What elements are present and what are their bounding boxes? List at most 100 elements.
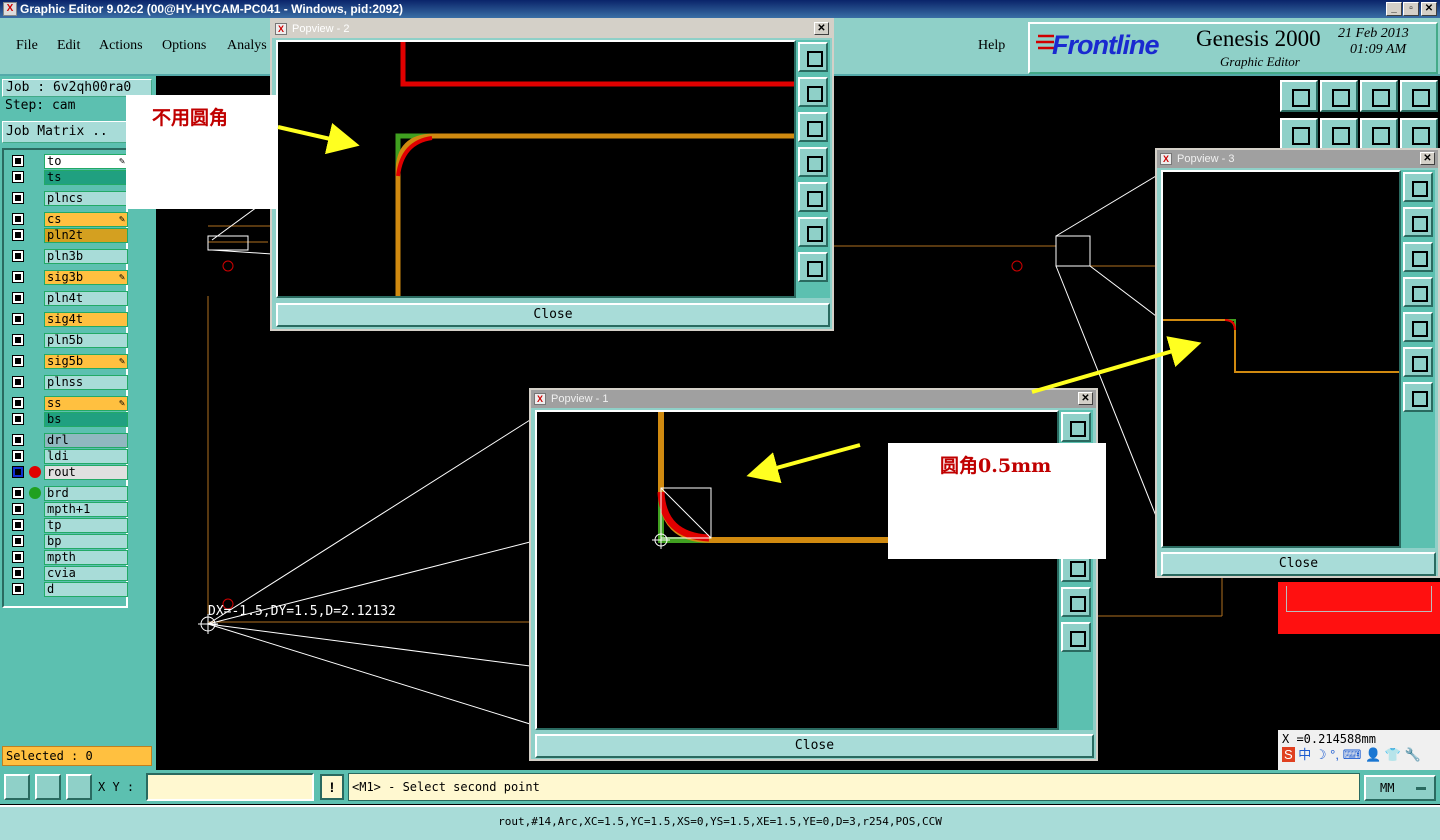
- minimize-button[interactable]: _: [1386, 2, 1402, 16]
- menu-edit[interactable]: Edit: [57, 38, 80, 54]
- layer-name[interactable]: d: [44, 582, 128, 597]
- tool-zoom-home-icon[interactable]: [1280, 80, 1318, 112]
- popview-3-titlebar[interactable]: X Popview - 3 ✕: [1157, 150, 1438, 168]
- layer-row-pln5b[interactable]: pln5b: [10, 333, 128, 348]
- layer-name[interactable]: ss ✎: [44, 396, 128, 411]
- layer-checkbox[interactable]: [12, 250, 24, 262]
- popview-left-icon[interactable]: [1403, 277, 1433, 307]
- layer-name[interactable]: sig5b ✎: [44, 354, 128, 369]
- layer-row-ss[interactable]: ss ✎: [10, 396, 128, 411]
- layer-checkbox[interactable]: [12, 434, 24, 446]
- menu-actions[interactable]: Actions: [99, 38, 143, 54]
- restore-button[interactable]: ▫: [1403, 2, 1419, 16]
- layer-row-cvia[interactable]: cvia: [10, 566, 128, 581]
- popview-expand-icon[interactable]: [1061, 622, 1091, 652]
- layer-row-plncs[interactable]: plncs: [10, 191, 128, 206]
- layer-checkbox[interactable]: [12, 551, 24, 563]
- popview-zoom-icon[interactable]: [1403, 172, 1433, 202]
- layer-checkbox[interactable]: [12, 213, 24, 225]
- popview-2-close-button[interactable]: Close: [276, 303, 830, 327]
- layer-name[interactable]: cvia: [44, 566, 128, 581]
- tool-redo-icon[interactable]: [1400, 118, 1438, 150]
- layer-checkbox[interactable]: [12, 413, 24, 425]
- menu-analysis[interactable]: Analys: [227, 38, 267, 54]
- layer-checkbox[interactable]: [12, 397, 24, 409]
- layer-name[interactable]: to ✎: [44, 154, 128, 169]
- layer-name[interactable]: mpth+1: [44, 502, 128, 517]
- tool-undo-icon[interactable]: [1360, 118, 1398, 150]
- layer-row-pln3b[interactable]: pln3b: [10, 249, 128, 264]
- layer-name[interactable]: pln3b: [44, 249, 128, 264]
- layer-checkbox[interactable]: [12, 583, 24, 595]
- tool-home-icon[interactable]: [1360, 80, 1398, 112]
- ime-toolbar[interactable]: S 中 ☽ °, ⌨ 👤 👕 🔧: [1282, 744, 1438, 762]
- layer-checkbox[interactable]: [12, 292, 24, 304]
- layer-name[interactable]: ldi: [44, 449, 128, 464]
- layer-name[interactable]: tp: [44, 518, 128, 533]
- snap-icon[interactable]: [4, 774, 30, 800]
- layer-row-ldi[interactable]: ldi: [10, 449, 128, 464]
- layer-checkbox[interactable]: [12, 271, 24, 283]
- layer-name[interactable]: sig3b ✎: [44, 270, 128, 285]
- layer-row-brd[interactable]: brd: [10, 486, 128, 501]
- layer-row-rout[interactable]: rout: [10, 465, 128, 480]
- layer-checkbox[interactable]: [12, 503, 24, 515]
- layer-row-bs[interactable]: bs: [10, 412, 128, 427]
- layer-checkbox[interactable]: [12, 567, 24, 579]
- layer-row-sig3b[interactable]: sig3b ✎: [10, 270, 128, 285]
- layer-row-pln4t[interactable]: pln4t: [10, 291, 128, 306]
- popview-1-titlebar[interactable]: X Popview - 1 ✕: [531, 390, 1096, 408]
- popview-1-close-x[interactable]: ✕: [1078, 392, 1093, 405]
- layer-checkbox[interactable]: [12, 155, 24, 167]
- layer-name[interactable]: sig4t: [44, 312, 128, 327]
- popview-3-canvas[interactable]: [1161, 170, 1401, 548]
- tool-pan-right-icon[interactable]: [1320, 118, 1358, 150]
- popview-up-icon[interactable]: [1403, 207, 1433, 237]
- layer-checkbox[interactable]: [12, 192, 24, 204]
- layer-name[interactable]: brd: [44, 486, 128, 501]
- layer-row-ts[interactable]: ts: [10, 170, 128, 185]
- layer-checkbox[interactable]: [12, 334, 24, 346]
- layer-row-plnss[interactable]: plnss: [10, 375, 128, 390]
- layer-name[interactable]: plncs: [44, 191, 128, 206]
- layer-name[interactable]: rout: [44, 465, 128, 480]
- popview-expand-icon[interactable]: [1403, 382, 1433, 412]
- layer-name[interactable]: bs: [44, 412, 128, 427]
- layer-row-cs[interactable]: cs ✎: [10, 212, 128, 227]
- layer-checkbox[interactable]: [12, 355, 24, 367]
- layer-checkbox[interactable]: [12, 376, 24, 388]
- popview-zoom-icon[interactable]: [798, 42, 828, 72]
- layer-name[interactable]: pln2t: [44, 228, 128, 243]
- popview-zoom-icon[interactable]: [1061, 412, 1091, 442]
- popview-3-window[interactable]: X Popview - 3 ✕ Close: [1155, 148, 1440, 578]
- popview-fit-icon[interactable]: [798, 217, 828, 247]
- layer-checkbox[interactable]: [12, 487, 24, 499]
- popview-2-titlebar[interactable]: X Popview - 2 ✕: [272, 20, 832, 38]
- xy-input[interactable]: [146, 773, 314, 801]
- layer-row-sig4t[interactable]: sig4t: [10, 312, 128, 327]
- popview-left-icon[interactable]: [798, 147, 828, 177]
- layer-row-mpth[interactable]: mpth: [10, 550, 128, 565]
- popview-fit-icon[interactable]: [1403, 347, 1433, 377]
- layer-name[interactable]: plnss: [44, 375, 128, 390]
- tool-pan-left-icon[interactable]: [1280, 118, 1318, 150]
- layer-checkbox[interactable]: [12, 450, 24, 462]
- layer-checkbox[interactable]: [12, 519, 24, 531]
- layer-checkbox[interactable]: [12, 229, 24, 241]
- layer-name[interactable]: pln5b: [44, 333, 128, 348]
- popview-right-icon[interactable]: [798, 182, 828, 212]
- menu-help[interactable]: Help: [978, 38, 1005, 54]
- menu-file[interactable]: File: [16, 38, 38, 54]
- popview-2-close-x[interactable]: ✕: [814, 22, 829, 35]
- layer-checkbox[interactable]: [12, 313, 24, 325]
- layer-row-mpth+1[interactable]: mpth+1: [10, 502, 128, 517]
- layer-row-to[interactable]: to ✎: [10, 154, 128, 169]
- close-window-button[interactable]: ✕: [1421, 2, 1437, 16]
- tool-zoom-in-icon[interactable]: [1320, 80, 1358, 112]
- popview-3-close-x[interactable]: ✕: [1420, 152, 1435, 165]
- popview-down-icon[interactable]: [1403, 242, 1433, 272]
- popview-2-canvas[interactable]: [276, 40, 796, 298]
- layer-name[interactable]: pln4t: [44, 291, 128, 306]
- popview-expand-icon[interactable]: [798, 252, 828, 282]
- layer-row-pln2t[interactable]: pln2t: [10, 228, 128, 243]
